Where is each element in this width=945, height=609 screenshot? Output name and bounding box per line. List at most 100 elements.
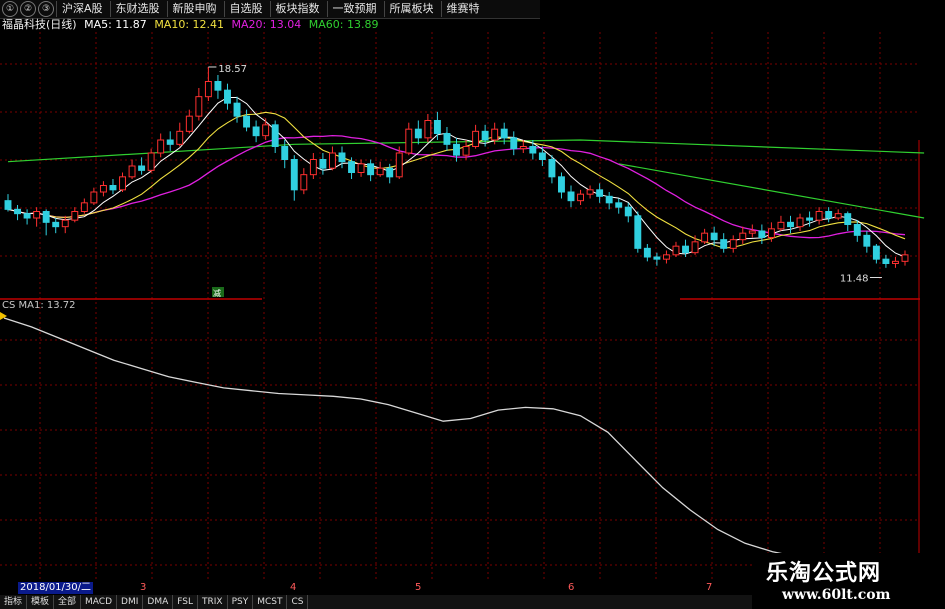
candle-body-84 bbox=[806, 217, 814, 221]
stock-name: 福晶科技(日线) bbox=[2, 18, 77, 31]
candle-body-80 bbox=[767, 228, 775, 238]
toolbar-button-6[interactable]: 一致预期 bbox=[326, 1, 382, 17]
candle-body-51 bbox=[491, 128, 499, 141]
tab-cs[interactable]: CS bbox=[287, 595, 309, 609]
tab-psy[interactable]: PSY bbox=[228, 595, 254, 609]
candle-body-4 bbox=[42, 211, 50, 223]
candle-body-54 bbox=[519, 146, 527, 150]
candle-body-18 bbox=[176, 130, 184, 145]
candle-body-66 bbox=[634, 215, 642, 249]
candle-body-14 bbox=[138, 165, 146, 171]
candle-body-72 bbox=[691, 241, 699, 254]
candle-body-67 bbox=[643, 247, 651, 258]
candle-body-28 bbox=[271, 124, 279, 148]
candle-body-31 bbox=[300, 174, 308, 191]
candle-body-49 bbox=[472, 130, 480, 147]
candle-body-62 bbox=[596, 189, 604, 197]
candle-body-21 bbox=[204, 81, 212, 98]
candle-body-30 bbox=[290, 159, 298, 191]
toolbar-circle-icon-3[interactable]: ③ bbox=[38, 1, 54, 17]
candle-body-83 bbox=[796, 217, 804, 228]
toolbar-button-3[interactable]: 新股申购 bbox=[166, 1, 222, 17]
tab-dma[interactable]: DMA bbox=[143, 595, 174, 609]
candle-body-65 bbox=[624, 206, 632, 217]
high-price-label: 18.57 bbox=[218, 64, 247, 75]
candle-body-74 bbox=[710, 232, 718, 241]
candle-body-64 bbox=[615, 202, 623, 208]
candle-body-79 bbox=[758, 230, 766, 238]
candle-body-75 bbox=[720, 239, 728, 249]
candle-body-15 bbox=[147, 152, 155, 171]
candle-body-73 bbox=[701, 232, 709, 243]
toolbar-circle-icon-1[interactable]: ① bbox=[2, 1, 18, 17]
low-price-label: 11.48 bbox=[840, 274, 869, 285]
toolbar-button-5[interactable]: 板块指数 bbox=[269, 1, 325, 17]
tab-指标[interactable]: 指标 bbox=[0, 595, 28, 609]
ma60-line-late bbox=[618, 163, 925, 219]
candle-body-94 bbox=[901, 254, 909, 262]
candle-body-12 bbox=[119, 176, 126, 191]
candle-body-87 bbox=[834, 213, 842, 219]
candle-body-17 bbox=[166, 139, 174, 145]
tab-mcst[interactable]: MCST bbox=[253, 595, 288, 609]
candle-body-9 bbox=[90, 191, 98, 204]
candle-body-25 bbox=[243, 115, 251, 128]
tab-全部[interactable]: 全部 bbox=[54, 595, 82, 609]
tab-macd[interactable]: MACD bbox=[81, 595, 118, 609]
candle-body-41 bbox=[395, 152, 403, 178]
candle-body-38 bbox=[367, 163, 375, 176]
date-bar: 2018/01/30/二 3 4 5 6 7 bbox=[0, 582, 760, 594]
candle-body-48 bbox=[462, 146, 470, 156]
tab-trix[interactable]: TRIX bbox=[198, 595, 228, 609]
candle-body-45 bbox=[433, 120, 441, 134]
candle-body-40 bbox=[386, 167, 394, 178]
candle-body-44 bbox=[424, 120, 432, 139]
candle-body-42 bbox=[405, 128, 413, 154]
candle-body-22 bbox=[214, 81, 222, 91]
candle-body-37 bbox=[357, 163, 365, 173]
current-date: 2018/01/30/二 bbox=[18, 582, 94, 594]
toolbar-button-4[interactable]: 自选股 bbox=[223, 1, 268, 17]
candle-body-50 bbox=[481, 130, 489, 141]
toolbar-circle-icon-2[interactable]: ② bbox=[20, 1, 36, 17]
candle-body-26 bbox=[252, 126, 260, 137]
candle-body-61 bbox=[586, 189, 594, 195]
candle-body-13 bbox=[128, 165, 136, 178]
watermark-url: www.60lt.com bbox=[782, 587, 891, 603]
ma-info-bar: 福晶科技(日线) MA5: 11.87 MA10: 12.41 MA20: 13… bbox=[2, 18, 382, 32]
tab-dmi[interactable]: DMI bbox=[117, 595, 144, 609]
candle-body-58 bbox=[558, 176, 565, 193]
indicator-tabs: 指标 模板 全部 MACD DMI DMA FSL TRIX PSY MCST CS bbox=[0, 595, 760, 609]
candle-body-92 bbox=[882, 258, 890, 264]
ma5-value: MA5: 11.87 bbox=[84, 18, 147, 31]
candle-body-82 bbox=[787, 221, 794, 228]
candle-body-90 bbox=[863, 234, 871, 247]
toolbar-button-1[interactable]: 沪深A股 bbox=[56, 1, 108, 17]
candle-body-59 bbox=[567, 191, 575, 202]
toolbar-button-7[interactable]: 所属板块 bbox=[383, 1, 439, 17]
candle-body-6 bbox=[61, 219, 69, 228]
candle-body-36 bbox=[348, 161, 355, 174]
candle-body-7 bbox=[71, 211, 79, 221]
ma10-line bbox=[7, 111, 906, 249]
candle-body-52 bbox=[500, 128, 508, 139]
candle-body-68 bbox=[653, 256, 661, 260]
month-tick-3: 3 bbox=[140, 582, 147, 593]
candle-body-27 bbox=[262, 124, 270, 137]
candle-body-76 bbox=[729, 239, 737, 249]
tab-模板[interactable]: 模板 bbox=[27, 595, 55, 609]
watermark-title: 乐淘公式网 bbox=[766, 561, 882, 586]
tab-fsl[interactable]: FSL bbox=[173, 595, 198, 609]
candle-body-63 bbox=[605, 195, 613, 204]
candle-body-0 bbox=[4, 200, 12, 210]
candle-body-47 bbox=[453, 143, 460, 156]
candle-body-35 bbox=[338, 152, 346, 163]
candle-body-1 bbox=[14, 208, 22, 215]
toolbar-button-8[interactable]: 维赛特 bbox=[440, 1, 485, 17]
candle-body-23 bbox=[224, 89, 231, 104]
candle-body-33 bbox=[319, 159, 327, 169]
kline-chart: 18.57 11.48 减 bbox=[0, 32, 925, 582]
toolbar-button-2[interactable]: 东财选股 bbox=[109, 1, 165, 17]
candle-body-86 bbox=[825, 211, 833, 219]
candle-body-20 bbox=[195, 96, 203, 117]
